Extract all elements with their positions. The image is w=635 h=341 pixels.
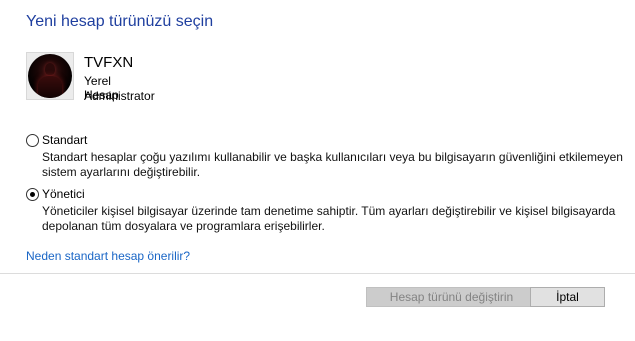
account-role: Administrator	[84, 89, 155, 103]
cancel-button[interactable]: İptal	[530, 287, 605, 307]
standard-radio[interactable]	[26, 134, 39, 147]
user-name: TVFXN	[84, 54, 134, 71]
standard-label[interactable]: Standart	[42, 133, 87, 147]
footer-divider	[0, 273, 635, 274]
change-account-type-button[interactable]: Hesap türünü değiştirin	[366, 287, 537, 307]
administrator-radio[interactable]	[26, 188, 39, 201]
avatar-frame	[26, 52, 74, 100]
administrator-label[interactable]: Yönetici	[42, 187, 85, 201]
dialog-title: Yeni hesap türünüzü seçin	[26, 13, 214, 30]
standard-description: Standart hesaplar çoğu yazılımı kullanab…	[42, 150, 623, 179]
administrator-description: Yöneticiler kişisel bilgisayar üzerinde …	[42, 204, 616, 233]
avatar	[28, 54, 72, 98]
why-standard-link[interactable]: Neden standart hesap önerilir?	[26, 249, 190, 263]
